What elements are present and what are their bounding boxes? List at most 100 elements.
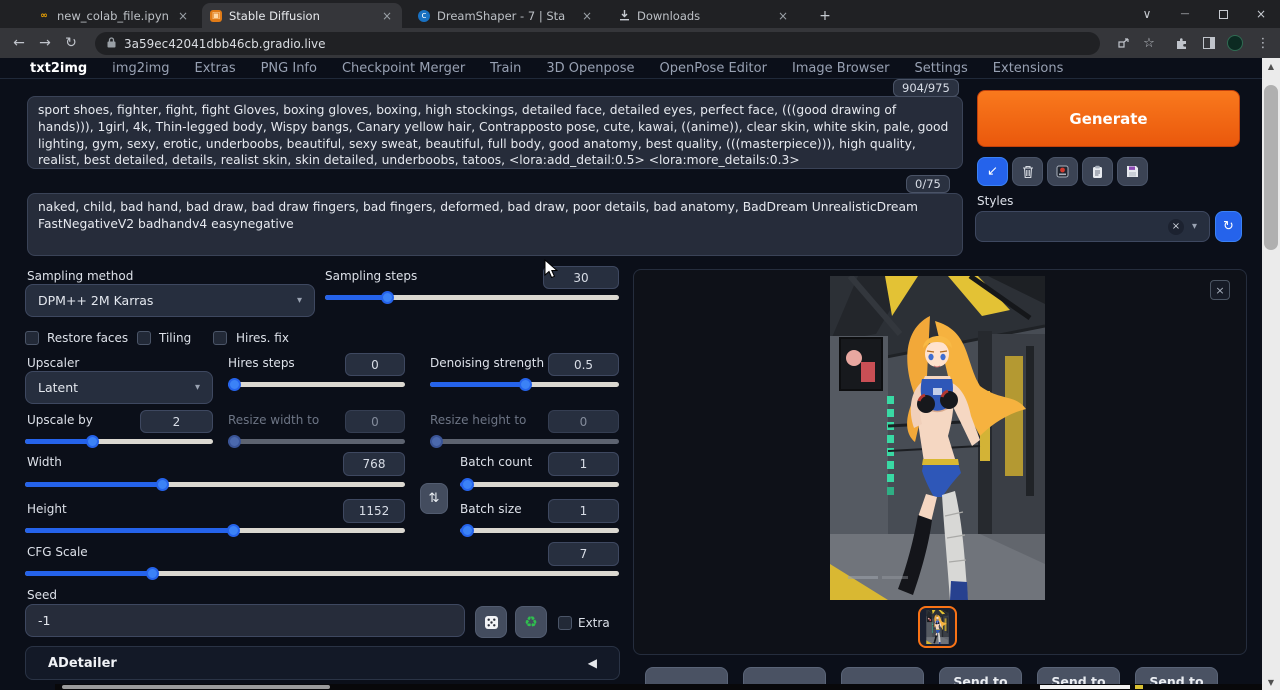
- browser-menu-icon[interactable]: ⋮: [1250, 30, 1276, 56]
- browser-tab-dreamshaper[interactable]: c DreamShaper - 7 | Stable Diffusi ×: [410, 3, 602, 28]
- seed-label: Seed: [27, 588, 57, 602]
- batch-count-slider[interactable]: [460, 478, 619, 491]
- hires-steps-value[interactable]: 0: [345, 353, 405, 376]
- height-value[interactable]: 1152: [343, 499, 405, 523]
- reload-icon[interactable]: ↻: [58, 35, 84, 51]
- new-tab-button[interactable]: +: [812, 3, 838, 28]
- sampling-steps-slider[interactable]: [325, 291, 619, 304]
- prompt-textarea[interactable]: sport shoes, fighter, fight, fight Glove…: [27, 96, 963, 169]
- scroll-down-icon[interactable]: ▼: [1262, 674, 1280, 690]
- browser-tab-colab[interactable]: ∞ new_colab_file.ipynb - Colaborat ×: [30, 3, 198, 28]
- height-slider[interactable]: [25, 524, 405, 537]
- bookmark-star-icon[interactable]: ☆: [1136, 30, 1162, 56]
- close-icon[interactable]: ×: [776, 10, 790, 22]
- back-icon[interactable]: ←: [6, 35, 32, 51]
- tab-settings[interactable]: Settings: [914, 61, 967, 76]
- adetailer-accordion[interactable]: ADetailer ◀: [25, 646, 620, 680]
- profile-avatar[interactable]: [1222, 30, 1248, 56]
- window-maximize-button[interactable]: [1204, 0, 1242, 28]
- screen: ∞ new_colab_file.ipynb - Colaborat × ▣ S…: [0, 0, 1280, 690]
- sampling-method-dropdown[interactable]: DPM++ 2M Karras ▾: [25, 284, 315, 317]
- minimize-icon: —: [1181, 9, 1190, 19]
- close-icon[interactable]: ×: [380, 10, 394, 22]
- generate-button[interactable]: Generate: [977, 90, 1240, 147]
- upscaler-dropdown[interactable]: Latent ▾: [25, 371, 213, 404]
- close-icon: ×: [1256, 7, 1266, 21]
- width-slider[interactable]: [25, 478, 405, 491]
- forward-icon[interactable]: →: [32, 35, 58, 51]
- restore-faces-checkbox[interactable]: [25, 331, 39, 345]
- caret-down-icon: ▾: [297, 295, 302, 306]
- resize-height-slider[interactable]: [430, 435, 619, 448]
- extra-seed-checkbox[interactable]: [558, 616, 572, 630]
- tab-image-browser[interactable]: Image Browser: [792, 61, 890, 76]
- clear-styles-icon[interactable]: ×: [1168, 219, 1184, 235]
- window-menu-button[interactable]: ∨: [1128, 0, 1166, 28]
- scrollbar-thumb[interactable]: [1264, 85, 1278, 250]
- window-close-button[interactable]: ×: [1242, 0, 1280, 28]
- tab-img2img[interactable]: img2img: [112, 61, 169, 76]
- extensions-puzzle-icon[interactable]: [1168, 30, 1194, 56]
- upscale-by-value[interactable]: 2: [140, 410, 213, 433]
- cfg-scale-slider[interactable]: [25, 567, 619, 580]
- upscale-by-slider[interactable]: [25, 435, 213, 448]
- hires-fix-label: Hires. fix: [236, 331, 289, 345]
- browser-tab-stable-diffusion[interactable]: ▣ Stable Diffusion ×: [202, 3, 402, 28]
- share-icon[interactable]: [1110, 30, 1136, 56]
- gallery-thumbnail-selected[interactable]: [918, 606, 957, 648]
- close-icon[interactable]: ×: [580, 10, 594, 22]
- seed-input[interactable]: -1: [25, 604, 465, 637]
- gradio-icon: ▣: [210, 10, 222, 22]
- refresh-styles-button[interactable]: ↻: [1215, 211, 1242, 242]
- hires-steps-slider[interactable]: [228, 378, 405, 391]
- swap-dimensions-button[interactable]: ⇅: [420, 483, 448, 514]
- close-image-button[interactable]: ×: [1210, 280, 1230, 300]
- adetailer-label: ADetailer: [48, 656, 117, 671]
- apply-styles-button[interactable]: [1082, 157, 1113, 186]
- paste-params-button[interactable]: ↙: [977, 157, 1008, 186]
- page-scrollbar[interactable]: ▲ ▼: [1262, 58, 1280, 690]
- styles-label: Styles: [977, 194, 1013, 208]
- width-value[interactable]: 768: [343, 452, 405, 476]
- window-minimize-button[interactable]: —: [1166, 0, 1204, 28]
- batch-size-slider[interactable]: [460, 524, 619, 537]
- upscale-by-label: Upscale by: [27, 413, 93, 427]
- denoising-value[interactable]: 0.5: [548, 353, 619, 376]
- clear-prompt-button[interactable]: [1012, 157, 1043, 186]
- sidepanel-icon[interactable]: [1196, 30, 1222, 56]
- scroll-up-icon[interactable]: ▲: [1262, 58, 1280, 74]
- batch-count-value[interactable]: 1: [548, 452, 619, 476]
- tab-png-info[interactable]: PNG Info: [261, 61, 317, 76]
- extra-networks-button[interactable]: [1047, 157, 1078, 186]
- close-icon[interactable]: ×: [176, 10, 190, 22]
- cfg-scale-value[interactable]: 7: [548, 542, 619, 566]
- browser-tab-downloads[interactable]: Downloads ×: [610, 3, 798, 28]
- tab-title: DreamShaper - 7 | Stable Diffusi: [437, 9, 565, 23]
- styles-dropdown[interactable]: × ▾: [975, 211, 1210, 242]
- reuse-seed-button[interactable]: ♻: [515, 606, 547, 638]
- generated-image[interactable]: [830, 276, 1045, 600]
- tab-train[interactable]: Train: [490, 61, 521, 76]
- resize-width-slider[interactable]: [228, 435, 405, 448]
- tab-openpose-editor[interactable]: OpenPose Editor: [660, 61, 767, 76]
- civitai-icon: c: [418, 10, 430, 22]
- tab-title: new_colab_file.ipynb - Colaborat: [57, 9, 169, 23]
- app-tab-nav: txt2img img2img Extras PNG Info Checkpoi…: [0, 58, 1262, 79]
- random-seed-button[interactable]: [475, 606, 507, 638]
- tab-txt2img[interactable]: txt2img: [30, 61, 87, 76]
- tab-checkpoint-merger[interactable]: Checkpoint Merger: [342, 61, 465, 76]
- tab-3d-openpose[interactable]: 3D Openpose: [546, 61, 634, 76]
- batch-size-value[interactable]: 1: [548, 499, 619, 523]
- denoising-slider[interactable]: [430, 378, 619, 391]
- hires-fix-checkbox[interactable]: [213, 331, 227, 345]
- resize-width-value[interactable]: 0: [345, 410, 405, 433]
- sampling-steps-label: Sampling steps: [325, 269, 417, 283]
- url-bar[interactable]: 3a59ec42041dbb46cb.gradio.live: [95, 32, 1100, 55]
- tab-extensions[interactable]: Extensions: [993, 61, 1064, 76]
- resize-height-value[interactable]: 0: [548, 410, 619, 433]
- negative-prompt-textarea[interactable]: naked, child, bad hand, bad draw, bad dr…: [27, 193, 963, 256]
- tab-extras[interactable]: Extras: [195, 61, 236, 76]
- save-style-button[interactable]: [1117, 157, 1148, 186]
- tiling-checkbox[interactable]: [137, 331, 151, 345]
- clipped-text-fragment: [1040, 685, 1130, 689]
